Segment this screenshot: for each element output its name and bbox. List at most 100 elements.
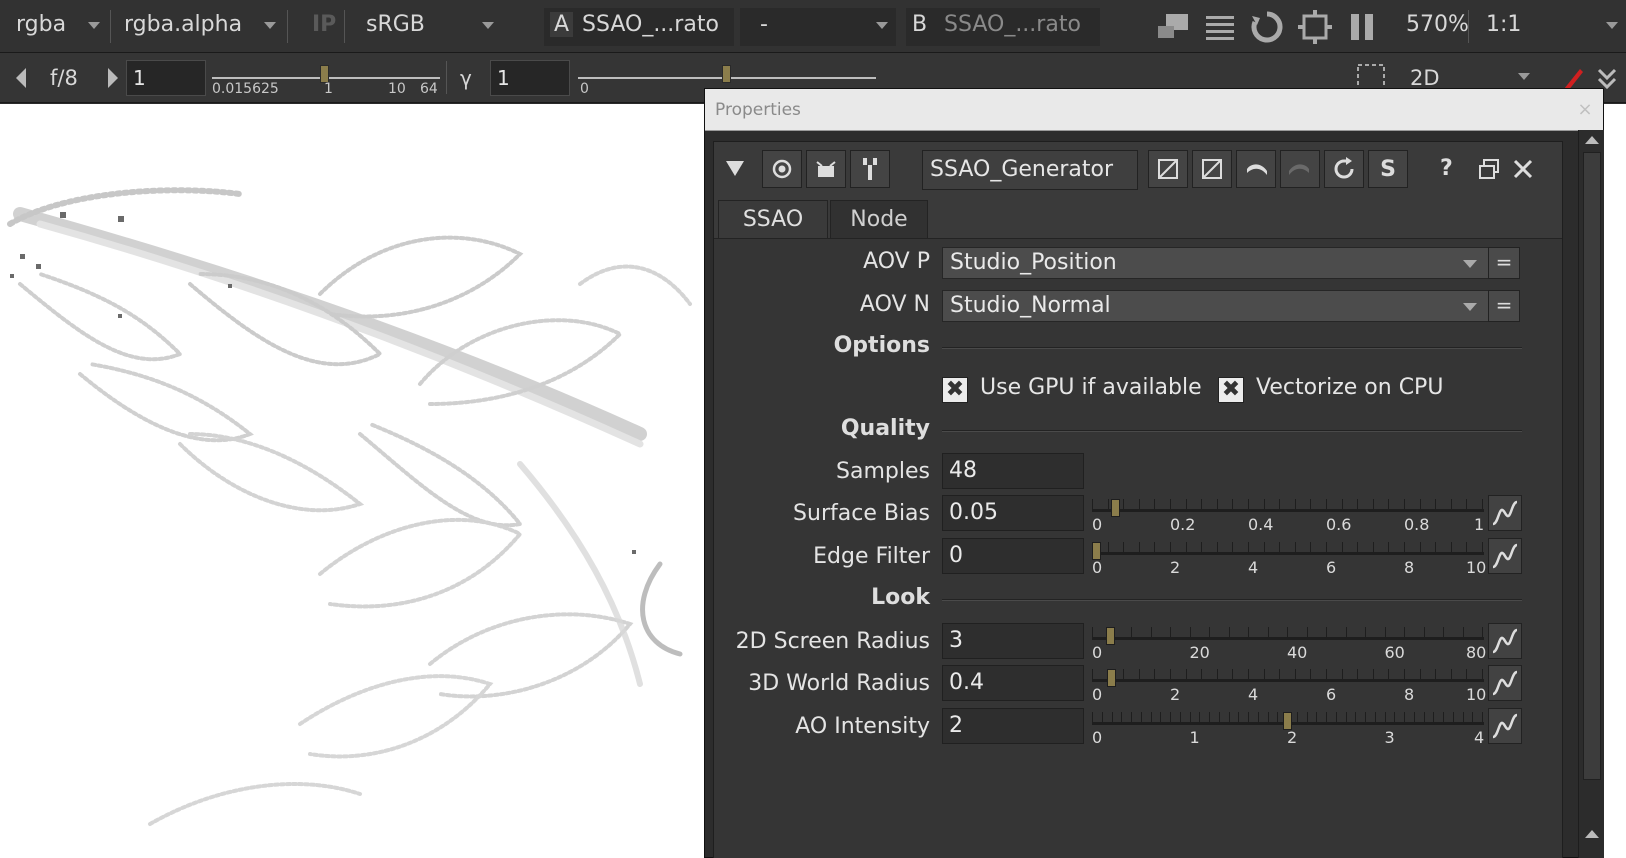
zoom-level[interactable]: 570% [1406,12,1469,37]
options-section-title: Options [833,333,930,358]
screen-radius-animation-button[interactable] [1488,623,1522,659]
slider-tick [1267,712,1269,722]
edge-filter-input[interactable]: 0 [942,538,1084,574]
slash-square-button-1[interactable] [1148,150,1188,188]
slider-tick [1216,542,1218,552]
screen-radius-slider[interactable]: 0 20 40 60 80 [1092,621,1486,662]
fstop-value[interactable]: f/8 [50,66,78,90]
close-icon[interactable]: × [1571,96,1599,124]
slider-tick [1248,542,1249,552]
slash-square-button-2[interactable] [1192,150,1232,188]
samples-input[interactable]: 48 [942,453,1084,489]
refresh-icon[interactable] [1250,10,1284,44]
close-icon[interactable] [1512,158,1534,180]
slider-tick-label: 0 [1092,685,1103,704]
slider-tick [1326,542,1327,552]
input-a-selector[interactable]: A SSAO_...rato [544,8,734,46]
undo-button[interactable] [1236,150,1276,188]
channels-dropdown[interactable]: rgba [0,0,108,52]
use-gpu-checkbox[interactable]: ✖ [942,377,968,403]
fstop-increase-icon[interactable] [106,67,120,89]
menu-lines-icon[interactable] [1204,12,1236,42]
world-radius-slider[interactable]: 0 2 4 6 8 10 [1092,663,1486,704]
slider-handle[interactable] [1106,627,1116,645]
aov-n-dropdown[interactable]: Studio_Normal [942,290,1490,322]
slider-tick-label: 0.8 [1404,515,1430,534]
colorspace-dropdown[interactable]: sRGB [350,0,494,52]
slider-handle[interactable] [1107,669,1117,687]
gamma-slider-handle[interactable] [722,65,731,83]
redo-button[interactable] [1280,150,1320,188]
slider-tick [1345,627,1347,637]
world-radius-animation-button[interactable] [1488,665,1522,701]
properties-scrollbar[interactable] [1578,130,1604,858]
slider-tick [1232,499,1234,509]
slider-tick [1466,499,1468,509]
chevron-down-icon [1463,260,1477,268]
node-settings-button[interactable] [850,150,890,188]
node-name-input[interactable]: SSAO_Generator [922,150,1138,190]
roi-icon[interactable] [1298,10,1332,44]
surface-bias-slider[interactable]: 0 0.2 0.4 0.6 0.8 1 [1092,493,1484,534]
scroll-down-icon[interactable] [1585,830,1599,838]
pause-icon[interactable] [1348,12,1376,42]
compare-mode-dropdown[interactable]: - [740,8,896,46]
surface-bias-animation-button[interactable] [1488,495,1522,531]
slider-tick [1185,499,1187,509]
slider-handle[interactable] [1111,499,1121,517]
input-b-value: SSAO_...rato [944,12,1081,37]
edge-filter-slider[interactable]: 0 2 4 6 8 10 [1092,536,1486,577]
ao-intensity-input[interactable]: 2 [942,708,1084,744]
script-button[interactable]: S [1368,150,1408,188]
viewer-toolbar: rgba rgba.alpha IP sRGB A SSAO_...rato -… [0,0,1626,53]
slider-tick [1092,627,1093,637]
ao-intensity-animation-button[interactable] [1488,708,1522,744]
slider-tick [1170,542,1171,552]
slider-handle[interactable] [1283,712,1292,730]
tab-ssao[interactable]: SSAO [718,200,828,238]
scroll-up-icon[interactable] [1585,136,1599,144]
chevron-down-icon [1463,303,1477,311]
ip-toggle-button[interactable]: IP [312,12,336,37]
vectorize-checkbox[interactable]: ✖ [1218,377,1244,403]
slider-tick [1482,712,1483,722]
slider-tick [1443,627,1444,637]
collapse-triangle-icon[interactable] [724,158,746,178]
samples-label: Samples [836,459,930,484]
ao-intensity-slider[interactable]: 0 1 2 3 4 [1092,706,1484,747]
slider-tick [1472,712,1474,722]
slider-tick [1435,542,1437,552]
edge-filter-animation-button[interactable] [1488,538,1522,574]
input-b-selector[interactable]: B SSAO_...rato [906,8,1100,46]
world-radius-input[interactable]: 0.4 [942,665,1084,701]
slider-tick [1372,542,1374,552]
aov-p-link-button[interactable]: = [1488,247,1520,279]
gain-input[interactable]: 1 [126,60,206,96]
slider-handle[interactable] [1092,542,1101,560]
aov-p-dropdown[interactable]: Studio_Position [942,247,1490,279]
aov-n-link-button[interactable]: = [1488,290,1520,322]
slider-tick [1279,669,1281,679]
gain-slider[interactable]: 0.015625 1 10 64 [212,59,442,99]
float-panel-icon[interactable] [1478,158,1500,180]
slider-tick [1138,669,1140,679]
slider-tick [1248,627,1249,637]
screen-radius-input[interactable]: 3 [942,623,1084,659]
ratio-dropdown[interactable]: 1:1 [1480,0,1620,52]
monitor-out-icon[interactable] [1156,12,1190,42]
fstop-decrease-icon[interactable] [14,67,28,89]
help-icon[interactable]: ? [1440,156,1453,181]
slider-tick [1294,669,1296,679]
slider-tick [1123,669,1125,679]
gamma-input[interactable]: 1 [490,60,570,96]
slider-tick [1423,627,1425,637]
slider-tick-label: 2 [1287,728,1298,747]
scrollbar-thumb[interactable] [1583,152,1601,780]
viewer-toggle-button[interactable] [762,150,802,188]
tab-node[interactable]: Node [830,200,928,238]
alpha-channel-dropdown[interactable]: rgba.alpha [112,0,282,52]
surface-bias-input[interactable]: 0.05 [942,495,1084,531]
node-color-button[interactable] [806,150,846,188]
revert-button[interactable] [1324,150,1364,188]
slider-tick [1209,712,1210,722]
